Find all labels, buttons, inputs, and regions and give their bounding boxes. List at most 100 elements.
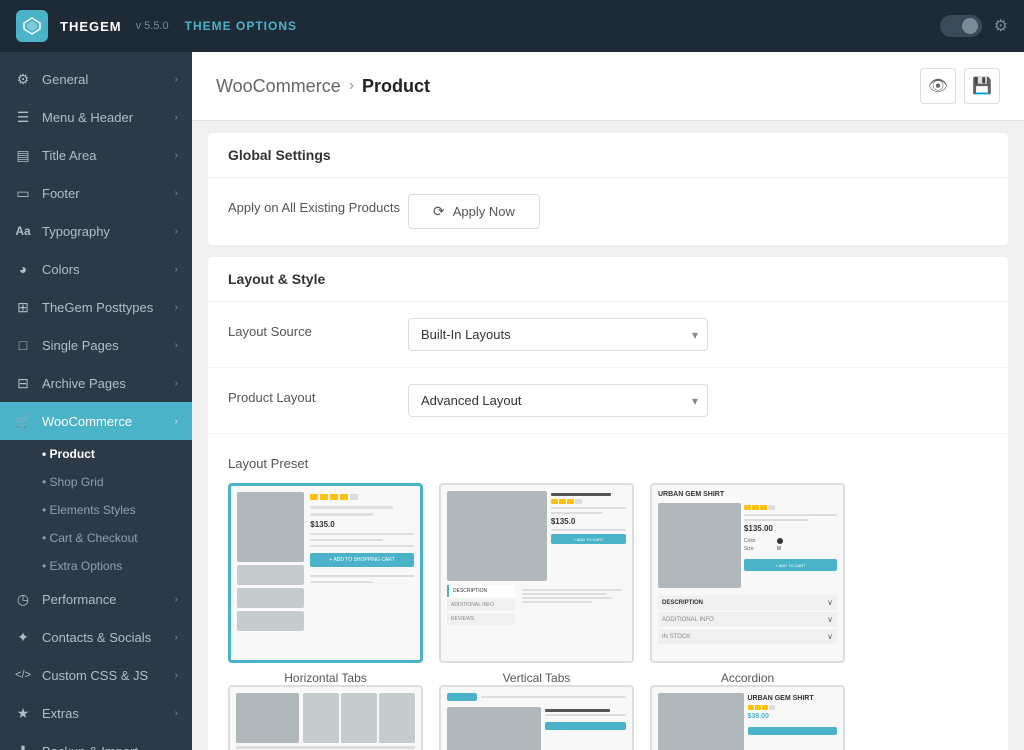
breadcrumb-parent[interactable]: WooCommerce [216, 76, 341, 97]
apply-now-button[interactable]: ⟳ Apply Now [408, 194, 540, 229]
global-settings-section: Global Settings Apply on All Existing Pr… [208, 133, 1008, 245]
preset-item-horizontal-tabs[interactable]: $135.0 + ADD TO SHOPPING CART [228, 483, 423, 685]
sidebar-item-woocommerce[interactable]: 🛒 WooCommerce › [0, 402, 192, 440]
title-icon: ▤ [14, 146, 32, 164]
product-layout-select-wrap: Advanced Layout Simple Layout Classic La… [408, 384, 708, 417]
sidebar-subitem-elements-styles[interactable]: Elements Styles [0, 496, 192, 524]
page-header: WooCommerce › Product 👁 💾 [192, 52, 1024, 121]
apply-all-row: Apply on All Existing Products ⟳ Apply N… [208, 178, 1008, 245]
preset-item-accordion[interactable]: URBAN GEM SHIRT [650, 483, 845, 685]
sidebar-item-colors[interactable]: ◕ Colors › [0, 250, 192, 288]
sidebar-item-custom-css-js[interactable]: </> Custom CSS & JS › [0, 656, 192, 694]
backup-icon: ⬇ [14, 742, 32, 750]
sidebar-item-single-pages[interactable]: □ Single Pages › [0, 326, 192, 364]
chevron-right-icon: › [175, 632, 178, 643]
sidebar-item-contacts-socials[interactable]: ✦ Contacts & Socials › [0, 618, 192, 656]
sidebar-item-label: Backup & Import [42, 744, 138, 750]
topbar: THEGEM v 5.5.0 THEME OPTIONS ⚙ [0, 0, 1024, 52]
sidebar-item-label: TheGem Posttypes [42, 300, 153, 315]
breadcrumb: WooCommerce › Product [216, 76, 430, 97]
sidebar-item-label: Colors [42, 262, 80, 277]
extras-icon: ★ [14, 704, 32, 722]
brand-version: v 5.5.0 [136, 20, 169, 32]
chevron-right-icon: › [175, 302, 178, 313]
preset-thumb-accordion: URBAN GEM SHIRT [650, 483, 845, 663]
layout-style-title: Layout & Style [208, 257, 1008, 302]
apply-btn-label: Apply Now [453, 204, 515, 219]
chevron-down-icon: › [175, 416, 178, 427]
sidebar-item-backup-import[interactable]: ⬇ Backup & Import [0, 732, 192, 750]
chevron-right-icon: › [175, 74, 178, 85]
footer-icon: ▭ [14, 184, 32, 202]
product-layout-control: Advanced Layout Simple Layout Classic La… [408, 384, 988, 417]
content-area: WooCommerce › Product 👁 💾 Global Setting… [192, 52, 1024, 750]
sidebar-item-label: WooCommerce [42, 414, 132, 429]
chevron-right-icon: › [175, 708, 178, 719]
preset-label-vertical-tabs: Vertical Tabs [503, 671, 571, 685]
dark-mode-toggle[interactable] [940, 15, 982, 37]
preset-grid: $135.0 + ADD TO SHOPPING CART [228, 483, 988, 685]
chevron-right-icon: › [175, 378, 178, 389]
product-layout-select[interactable]: Advanced Layout Simple Layout Classic La… [408, 384, 708, 417]
product-layout-row: Product Layout Advanced Layout Simple La… [208, 368, 1008, 434]
breadcrumb-current: Product [362, 76, 430, 97]
sidebar-subitem-cart-checkout[interactable]: Cart & Checkout [0, 524, 192, 552]
preset-label-accordion: Accordion [721, 671, 774, 685]
chevron-right-icon: › [175, 670, 178, 681]
sidebar-item-label: General [42, 72, 88, 87]
chevron-right-icon: › [175, 150, 178, 161]
layout-source-select[interactable]: Built-In Layouts Custom Layouts [408, 318, 708, 351]
sidebar-item-typography[interactable]: Aa Typography › [0, 212, 192, 250]
brand-name: THEGEM [60, 19, 122, 34]
sidebar-subitem-extra-options[interactable]: Extra Options [0, 552, 192, 580]
chevron-right-icon: › [175, 112, 178, 123]
sidebar-item-label: Extras [42, 706, 79, 721]
sidebar: ⚙ General › ☰ Menu & Header › ▤ Title Ar… [0, 52, 192, 750]
performance-icon: ◷ [14, 590, 32, 608]
sidebar-item-label: Single Pages [42, 338, 119, 353]
preset-label-horizontal-tabs: Horizontal Tabs [284, 671, 367, 685]
menu-icon: ☰ [14, 108, 32, 126]
sidebar-item-performance[interactable]: ◷ Performance › [0, 580, 192, 618]
preset-item-5[interactable] [439, 685, 634, 750]
preset-thumb-4 [228, 685, 423, 750]
sidebar-item-label: Archive Pages [42, 376, 126, 391]
sidebar-item-label: Typography [42, 224, 110, 239]
preset-item-6[interactable]: URBAN GEM SHIRT $39.00 [650, 685, 845, 750]
sidebar-item-general[interactable]: ⚙ General › [0, 60, 192, 98]
sidebar-item-menu-header[interactable]: ☰ Menu & Header › [0, 98, 192, 136]
theme-options-label[interactable]: THEME OPTIONS [185, 19, 297, 33]
gear-icon[interactable]: ⚙ [994, 16, 1008, 36]
apply-icon: ⟳ [433, 203, 445, 220]
preset-item-vertical-tabs[interactable]: $135.0 + ADD TO CART DE [439, 483, 634, 685]
preset-thumb-6: URBAN GEM SHIRT $39.00 [650, 685, 845, 750]
sidebar-item-thegem-posttypes[interactable]: ⊞ TheGem Posttypes › [0, 288, 192, 326]
global-settings-title: Global Settings [208, 133, 1008, 178]
sidebar-item-footer[interactable]: ▭ Footer › [0, 174, 192, 212]
sidebar-item-label: Custom CSS & JS [42, 668, 148, 683]
save-button[interactable]: 💾 [964, 68, 1000, 104]
colors-icon: ◕ [14, 260, 32, 278]
preset-item-4[interactable] [228, 685, 423, 750]
sidebar-item-extras[interactable]: ★ Extras › [0, 694, 192, 732]
layout-source-select-wrap: Built-In Layouts Custom Layouts [408, 318, 708, 351]
chevron-right-icon: › [175, 226, 178, 237]
preset-thumb-vertical-tabs: $135.0 + ADD TO CART DE [439, 483, 634, 663]
sidebar-subitem-shop-grid[interactable]: Shop Grid [0, 468, 192, 496]
chevron-right-icon: › [175, 188, 178, 199]
posttypes-icon: ⊞ [14, 298, 32, 316]
layout-preset-label: Layout Preset [228, 450, 308, 471]
apply-all-control: ⟳ Apply Now [408, 194, 988, 229]
layout-source-control: Built-In Layouts Custom Layouts [408, 318, 988, 351]
layout-preset-row: Layout Preset [208, 434, 1008, 750]
sidebar-item-title-area[interactable]: ▤ Title Area › [0, 136, 192, 174]
sidebar-item-archive-pages[interactable]: ⊟ Archive Pages › [0, 364, 192, 402]
sidebar-subitem-product[interactable]: Product [0, 440, 192, 468]
sidebar-item-label: Footer [42, 186, 80, 201]
chevron-right-icon: › [175, 340, 178, 351]
chevron-right-icon: › [175, 594, 178, 605]
preview-button[interactable]: 👁 [920, 68, 956, 104]
save-icon: 💾 [972, 76, 992, 96]
main-layout: ⚙ General › ☰ Menu & Header › ▤ Title Ar… [0, 52, 1024, 750]
layout-source-row: Layout Source Built-In Layouts Custom La… [208, 302, 1008, 368]
